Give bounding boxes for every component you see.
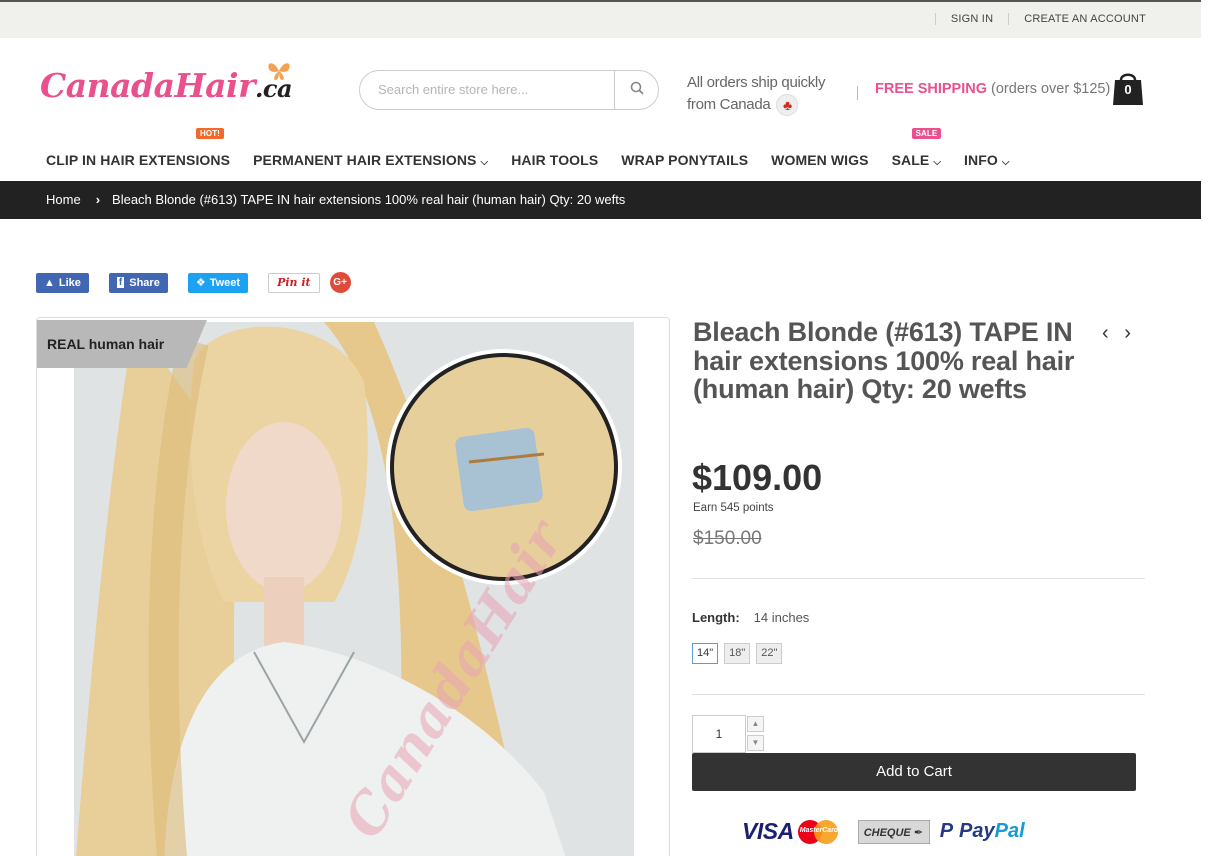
facebook-share-button[interactable]: f Share bbox=[108, 272, 168, 293]
paypal-logo: P PayPal bbox=[940, 820, 1025, 843]
nav-label: SALE bbox=[891, 152, 930, 168]
nav-info[interactable]: INFO ⌵ bbox=[964, 152, 1010, 168]
nav-wrap-ponytails[interactable]: WRAP PONYTAILS bbox=[621, 152, 748, 168]
cheque-text: CHEQUE bbox=[863, 826, 911, 839]
butterfly-icon bbox=[266, 60, 292, 88]
length-label: Length: bbox=[692, 610, 740, 625]
pen-icon: ✒ bbox=[913, 826, 924, 839]
length-option-22[interactable]: 22" bbox=[756, 643, 783, 664]
logo-text: CanadaHair bbox=[40, 66, 255, 105]
visa-logo: VISA bbox=[742, 818, 794, 844]
chevron-right-icon: › bbox=[95, 192, 101, 207]
nav-label: PERMANENT HAIR EXTENSIONS bbox=[253, 152, 477, 168]
payment-methods: VISA MasterCard CHEQUE ✒ P PayPal bbox=[742, 818, 1025, 845]
paypal-text-b: Pal bbox=[994, 820, 1025, 842]
chevron-up-icon: ▲ bbox=[751, 719, 760, 728]
cart-button[interactable]: 0 bbox=[1112, 70, 1144, 106]
account-links: SIGN IN CREATE AN ACCOUNT bbox=[934, 13, 1146, 25]
facebook-like-button[interactable]: ▲ Like bbox=[36, 272, 89, 293]
header-divider bbox=[857, 86, 858, 100]
nav-sale[interactable]: SALE SALE ⌵ bbox=[891, 128, 942, 168]
divider bbox=[692, 578, 1145, 579]
mastercard-logo: MasterCard bbox=[797, 819, 840, 845]
twitter-tweet-button[interactable]: ❖ Tweet bbox=[187, 272, 249, 293]
cart-count: 0 bbox=[1124, 82, 1132, 97]
nav-clip-in-hair-extensions[interactable]: HOT! CLIP IN HAIR EXTENSIONS bbox=[46, 128, 231, 168]
hot-badge: HOT! bbox=[196, 128, 224, 139]
divider bbox=[692, 694, 1145, 695]
like-label: Like bbox=[58, 276, 81, 289]
canada-flag-icon: ♣ bbox=[776, 94, 799, 117]
quantity-increase-button[interactable]: ▲ bbox=[747, 716, 764, 732]
breadcrumb: Home › Bleach Blonde (#613) TAPE IN hair e… bbox=[0, 181, 1201, 219]
quantity-field bbox=[692, 715, 746, 753]
chevron-down-icon: ⌵ bbox=[933, 157, 942, 168]
sign-in-link[interactable]: SIGN IN bbox=[934, 13, 1008, 25]
paypal-icon: P bbox=[939, 820, 954, 842]
length-options: 14" 18" 22" bbox=[692, 643, 788, 664]
chevron-down-icon: ⌵ bbox=[1001, 157, 1010, 168]
reward-points: Earn 545 points bbox=[693, 502, 774, 514]
pinterest-pin-button[interactable]: Pin it bbox=[268, 272, 320, 293]
create-account-link[interactable]: CREATE AN ACCOUNT bbox=[1008, 13, 1146, 25]
length-selector-label: Length: 14 inches bbox=[692, 610, 809, 625]
product-price: $109.00 bbox=[692, 457, 823, 498]
sale-badge: SALE bbox=[911, 128, 942, 139]
nav-label: WRAP PONYTAILS bbox=[621, 152, 749, 168]
breadcrumb-home-link[interactable]: Home bbox=[46, 192, 81, 207]
google-plus-button[interactable]: G+ bbox=[329, 272, 351, 293]
real-hair-ribbon: REAL human hair bbox=[37, 320, 207, 368]
main-navigation: HOT! CLIP IN HAIR EXTENSIONS PERMANENT H… bbox=[46, 128, 1033, 168]
top-utility-bar: SIGN IN CREATE AN ACCOUNT bbox=[0, 0, 1201, 38]
next-product-icon[interactable]: › bbox=[1124, 322, 1131, 344]
nav-permanent-hair-extensions[interactable]: PERMANENT HAIR EXTENSIONS ⌵ bbox=[253, 152, 488, 168]
share-label: Share bbox=[129, 276, 160, 289]
length-option-18[interactable]: 18" bbox=[724, 643, 751, 664]
site-logo[interactable]: CanadaHair.ca bbox=[40, 63, 293, 105]
tweet-label: Tweet bbox=[209, 276, 241, 289]
search-input[interactable] bbox=[378, 82, 608, 97]
quantity-decrease-button[interactable]: ▼ bbox=[747, 735, 764, 751]
shipping-note: All orders ship quickly from Canada ♣ bbox=[687, 72, 826, 117]
model-photo-illustration: CanadaHair bbox=[74, 322, 634, 856]
search-icon bbox=[630, 81, 644, 100]
nav-label: HAIR TOOLS bbox=[511, 152, 599, 168]
nav-label: WOMEN WIGS bbox=[771, 152, 869, 168]
shipping-line-1: All orders ship quickly bbox=[687, 74, 826, 91]
breadcrumb-current: Bleach Blonde (#613) TAPE IN hair extens… bbox=[112, 192, 626, 207]
thumbs-up-icon: ▲ bbox=[44, 276, 55, 289]
product-gallery: CanadaHair REAL human hair bbox=[36, 317, 670, 856]
search-button[interactable] bbox=[614, 71, 658, 109]
nav-label: CLIP IN HAIR EXTENSIONS bbox=[46, 152, 231, 168]
product-title: Bleach Blonde (#613) TAPE IN hair extens… bbox=[693, 317, 1075, 404]
product-pager: ‹ › bbox=[1102, 322, 1131, 345]
mastercard-text: MasterCard bbox=[799, 826, 839, 834]
quantity-input[interactable] bbox=[693, 716, 745, 752]
twitter-icon: ❖ bbox=[195, 277, 206, 289]
nav-women-wigs[interactable]: WOMEN WIGS bbox=[771, 152, 868, 168]
old-price: $150.00 bbox=[693, 528, 762, 549]
search-bar bbox=[359, 70, 659, 110]
social-share-bar: ▲ Like f Share ❖ Tweet Pin it G+ bbox=[36, 272, 351, 293]
length-option-14[interactable]: 14" bbox=[692, 643, 719, 664]
shipping-line-2: from Canada bbox=[687, 96, 771, 113]
nav-hair-tools[interactable]: HAIR TOOLS bbox=[511, 152, 598, 168]
chevron-down-icon: ▼ bbox=[751, 738, 760, 747]
product-image[interactable]: CanadaHair bbox=[74, 322, 634, 856]
length-value: 14 inches bbox=[753, 610, 810, 625]
nav-label: INFO bbox=[964, 152, 998, 168]
paypal-text-a: Pay bbox=[959, 820, 995, 842]
free-shipping-condition: (orders over $125) bbox=[991, 81, 1111, 97]
add-to-cart-button[interactable]: Add to Cart bbox=[692, 753, 1136, 791]
chevron-down-icon: ⌵ bbox=[480, 157, 489, 168]
free-shipping-label: FREE SHIPPING bbox=[875, 81, 987, 97]
facebook-icon: f bbox=[116, 277, 125, 288]
cheque-logo: CHEQUE ✒ bbox=[857, 819, 930, 844]
free-shipping-note: FREE SHIPPING (orders over $125) bbox=[875, 81, 1110, 97]
previous-product-icon[interactable]: ‹ bbox=[1102, 322, 1109, 344]
